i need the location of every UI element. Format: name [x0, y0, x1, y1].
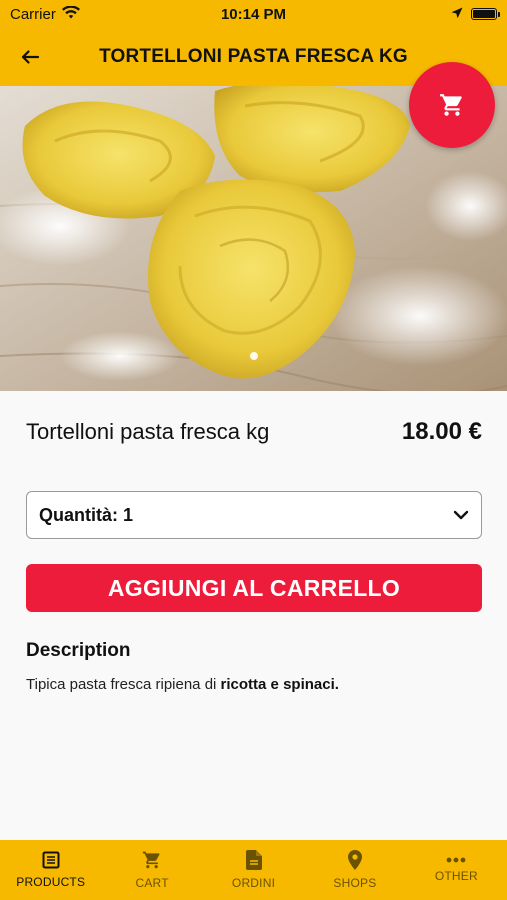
tab-products[interactable]: PRODUCTS [0, 840, 101, 900]
tab-cart[interactable]: CART [101, 840, 202, 900]
list-icon [42, 851, 60, 869]
tab-ordini[interactable]: ORDINI [203, 840, 304, 900]
status-right [451, 6, 500, 23]
cart-floating-button[interactable] [409, 62, 495, 148]
more-dots-icon [446, 857, 466, 863]
carousel-indicator[interactable] [250, 352, 258, 360]
quantity-select[interactable]: Quantità: 1 [26, 491, 482, 539]
wifi-icon [61, 4, 80, 23]
tab-label: ORDINI [231, 876, 276, 890]
tab-label: CART [135, 876, 169, 890]
status-left: Carrier [10, 4, 80, 23]
location-pin-icon [347, 850, 362, 870]
tab-label: SHOPS [333, 876, 377, 890]
tab-label: PRODUCTS [16, 875, 86, 889]
bottom-tab-bar: PRODUCTS CART ORDINI SHOPS OTHER [0, 840, 507, 900]
product-header: Tortelloni pasta fresca kg 18.00 € [26, 418, 482, 446]
status-bar: Carrier 10:14 PM [0, 0, 507, 28]
carrier-label: Carrier [10, 5, 56, 23]
add-to-cart-button[interactable]: AGGIUNGI AL CARRELLO [26, 564, 482, 612]
quantity-value: Quantità: 1 [39, 504, 134, 525]
tab-label: OTHER [434, 869, 478, 883]
document-icon [245, 850, 262, 870]
cart-icon [440, 94, 462, 116]
tab-other[interactable]: OTHER [406, 840, 507, 900]
product-name: Tortelloni pasta fresca kg [26, 419, 270, 444]
description-title: Description [26, 640, 131, 661]
product-price: 18.00 € [401, 418, 482, 445]
back-arrow-icon [21, 50, 40, 64]
chevron-down-icon [453, 510, 469, 520]
cart-icon [142, 851, 160, 869]
tab-shops[interactable]: SHOPS [304, 840, 405, 900]
description-text: Tipica pasta fresca ripiena di ricotta e… [26, 676, 339, 693]
description-highlight: ricotta e spinaci. [220, 676, 339, 693]
battery-icon [471, 8, 500, 20]
back-button[interactable] [0, 28, 60, 86]
location-arrow-icon [451, 6, 463, 23]
description-prefix: Tipica pasta fresca ripiena di [26, 676, 221, 693]
